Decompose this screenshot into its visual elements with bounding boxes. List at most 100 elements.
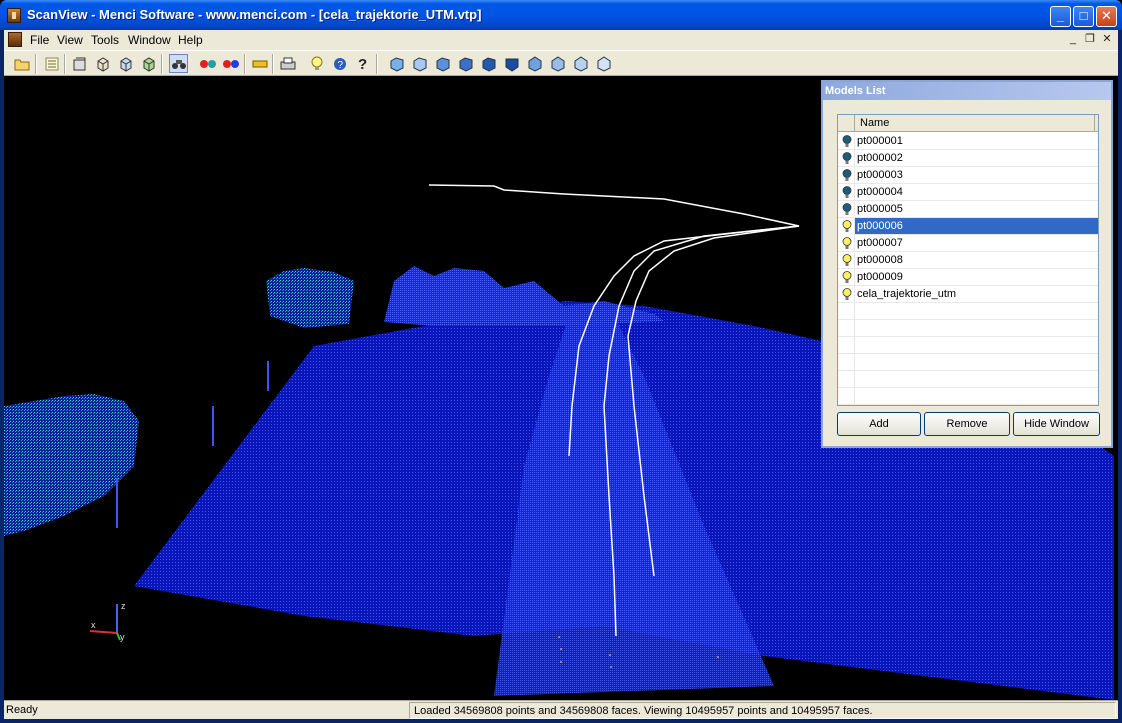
menu-bar: File View Tools Window Help _ ❐ ✕	[4, 30, 1118, 50]
header-end	[1094, 115, 1098, 132]
view-iso-2-icon[interactable]	[548, 54, 567, 73]
bulb-off-icon[interactable]	[842, 203, 852, 216]
help-icon[interactable]: ?	[330, 54, 349, 73]
list-item[interactable]: pt000005	[838, 201, 1098, 218]
list-item[interactable]: pt000003	[838, 167, 1098, 184]
menu-help[interactable]: Help	[178, 33, 203, 47]
list-item[interactable]: pt000002	[838, 150, 1098, 167]
toolbar-separator	[161, 54, 163, 74]
view-bottom-icon[interactable]	[502, 54, 521, 73]
list-item	[838, 320, 1098, 337]
toolbar: ? ?	[4, 50, 1118, 76]
list-icon[interactable]	[42, 54, 61, 73]
window-title: ScanView - Menci Software - www.menci.co…	[27, 7, 482, 22]
list-item[interactable]: pt000006	[838, 218, 1098, 235]
bulb-off-icon[interactable]	[842, 186, 852, 199]
list-item[interactable]: pt000004	[838, 184, 1098, 201]
view-top-icon[interactable]	[479, 54, 498, 73]
menu-tools[interactable]: Tools	[91, 33, 119, 47]
row-check-cell	[838, 388, 855, 405]
list-item[interactable]: pt000001	[838, 133, 1098, 150]
list-item	[838, 371, 1098, 388]
menu-file[interactable]: File	[30, 33, 49, 47]
title-bar[interactable]: ScanView - Menci Software - www.menci.co…	[0, 0, 1122, 30]
document-icon[interactable]	[8, 32, 22, 47]
light-bulb-icon[interactable]	[307, 54, 326, 73]
bulb-on-icon[interactable]	[842, 271, 852, 284]
cube-grid-icon[interactable]	[139, 54, 158, 73]
stereo-blue-icon[interactable]	[221, 54, 240, 73]
list-item	[838, 388, 1098, 405]
bulb-off-icon[interactable]	[842, 152, 852, 165]
bulb-on-icon[interactable]	[842, 254, 852, 267]
list-item[interactable]: pt000007	[838, 235, 1098, 252]
maximize-button[interactable]: □	[1073, 6, 1094, 27]
ruler-icon[interactable]	[250, 54, 269, 73]
list-item-name: pt000002	[857, 152, 903, 164]
list-header: Name	[838, 115, 1098, 132]
list-item[interactable]: pt000009	[838, 269, 1098, 286]
view-front-icon[interactable]	[387, 54, 406, 73]
list-item-name: pt000007	[857, 237, 903, 249]
view-iso-3-icon[interactable]	[571, 54, 590, 73]
remove-button[interactable]: Remove	[924, 412, 1010, 436]
list-item-name: pt000009	[857, 271, 903, 283]
toolbar-separator	[244, 54, 246, 74]
bulb-off-icon[interactable]	[842, 135, 852, 148]
list-item	[838, 337, 1098, 354]
question-icon[interactable]: ?	[353, 54, 372, 73]
app-icon[interactable]	[7, 8, 21, 23]
models-list-title[interactable]: Models List	[823, 82, 1111, 100]
list-item[interactable]: pt000008	[838, 252, 1098, 269]
status-message: Loaded 34569808 points and 34569808 face…	[409, 702, 1116, 719]
app-window: ScanView - Menci Software - www.menci.co…	[0, 0, 1122, 723]
toolbar-separator	[64, 54, 66, 74]
bulb-on-icon[interactable]	[842, 237, 852, 250]
properties-icon[interactable]	[70, 54, 89, 73]
view-right-icon[interactable]	[456, 54, 475, 73]
models-listview[interactable]: Name pt000001 pt000002 pt000003 pt000004 pt0…	[837, 114, 1099, 406]
header-check-column[interactable]	[838, 115, 855, 132]
stereo-red-icon[interactable]	[198, 54, 217, 73]
cube-view-2-icon[interactable]	[116, 54, 135, 73]
row-check-cell	[838, 337, 855, 354]
add-button[interactable]: Add	[837, 412, 921, 436]
view-iso-1-icon[interactable]	[525, 54, 544, 73]
minimize-button[interactable]: _	[1050, 6, 1071, 27]
mdi-minimize-button[interactable]: _	[1066, 33, 1080, 46]
bulb-on-icon[interactable]	[842, 288, 852, 301]
cube-view-icon[interactable]	[93, 54, 112, 73]
header-name-column[interactable]: Name	[856, 117, 889, 129]
svg-text:?: ?	[358, 56, 367, 72]
pole	[267, 361, 269, 391]
list-item-name: pt000001	[857, 135, 903, 147]
axis-z-label: z	[121, 601, 126, 611]
axis-x-label: x	[91, 620, 96, 630]
print-icon[interactable]	[278, 54, 297, 73]
open-folder-icon[interactable]	[12, 54, 31, 73]
axis-y-label: y	[120, 632, 125, 642]
svg-text:?: ?	[337, 60, 343, 71]
status-ready: Ready	[6, 704, 38, 716]
bulb-off-icon[interactable]	[842, 169, 852, 182]
toolbar-separator	[35, 54, 37, 74]
close-button[interactable]: ✕	[1096, 6, 1117, 27]
bulb-on-icon[interactable]	[842, 220, 852, 233]
view-left-icon[interactable]	[433, 54, 452, 73]
list-item[interactable]: cela_trajektorie_utm	[838, 286, 1098, 303]
mdi-close-button[interactable]: ✕	[1100, 33, 1114, 46]
view-iso-4-icon[interactable]	[594, 54, 613, 73]
view-back-icon[interactable]	[410, 54, 429, 73]
toolbar-separator	[376, 54, 378, 74]
hide-window-button[interactable]: Hide Window	[1013, 412, 1100, 436]
axis-widget: z x y	[89, 601, 126, 642]
mdi-restore-button[interactable]: ❐	[1083, 33, 1097, 46]
models-list-window: Models List Name pt000001 pt000002 pt00000…	[821, 80, 1113, 448]
row-check-cell	[838, 354, 855, 371]
binoculars-icon[interactable]	[169, 54, 188, 73]
list-item	[838, 303, 1098, 320]
menu-view[interactable]: View	[57, 33, 83, 47]
row-check-cell	[838, 371, 855, 388]
menu-window[interactable]: Window	[128, 33, 171, 47]
row-check-cell	[838, 320, 855, 337]
